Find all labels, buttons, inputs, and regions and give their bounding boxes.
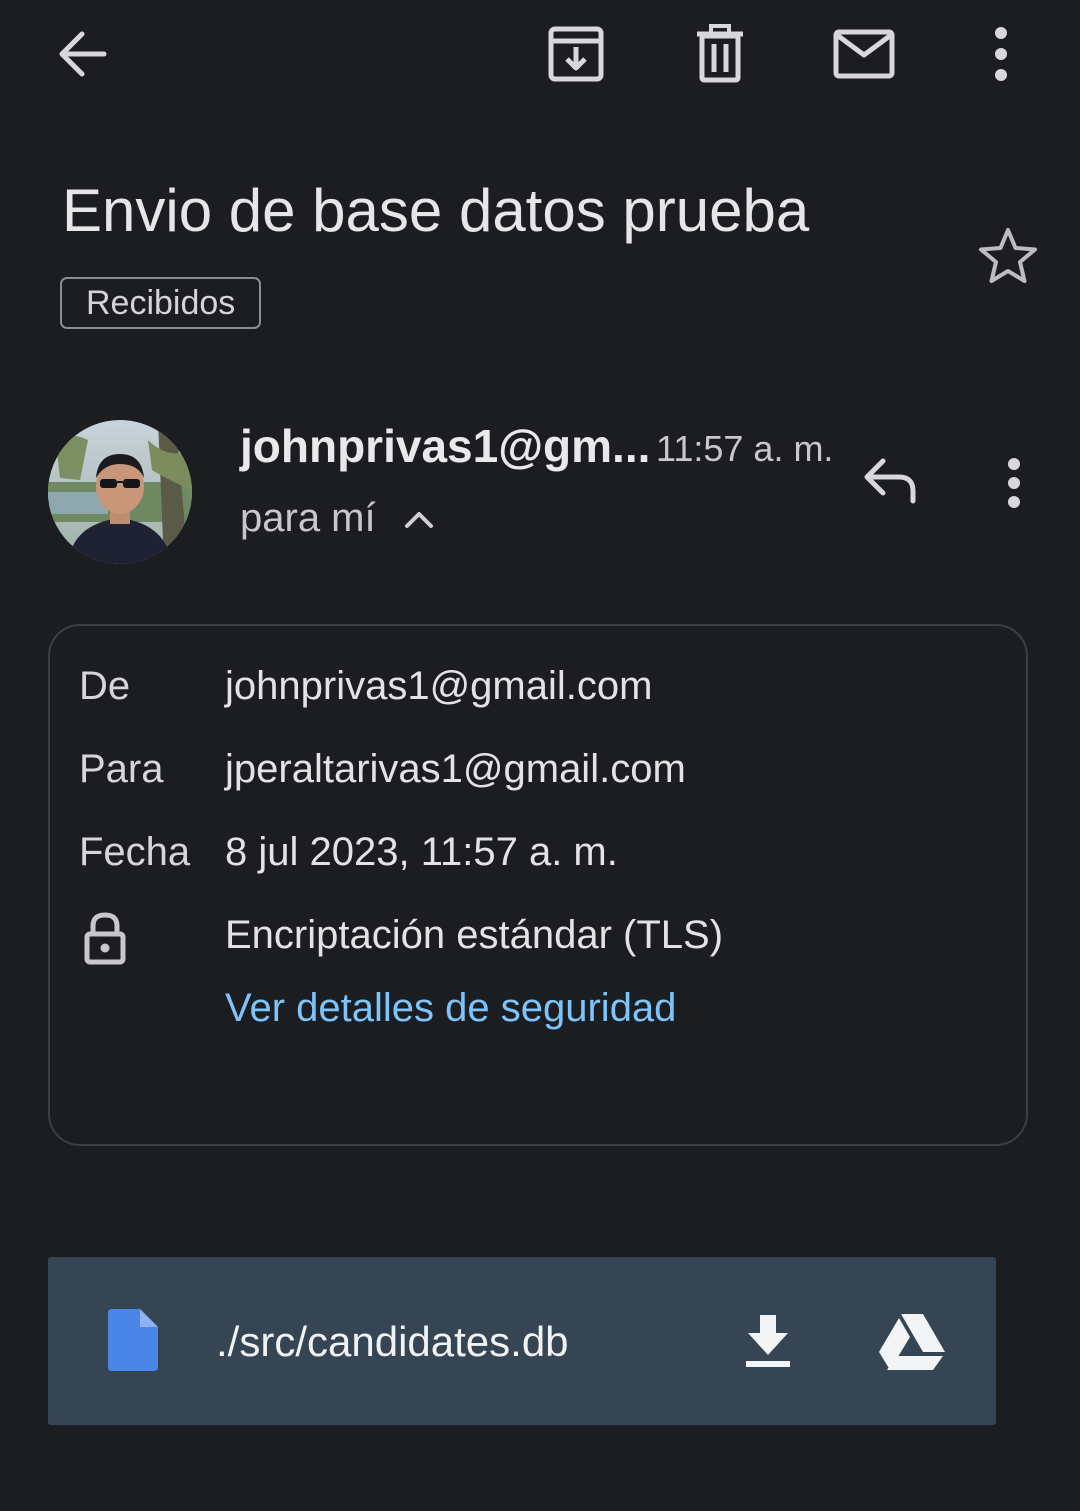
avatar[interactable] <box>48 420 192 564</box>
lock-icon <box>80 910 130 966</box>
archive-button[interactable] <box>540 18 612 90</box>
to-value[interactable]: jperaltarivas1@gmail.com <box>225 743 686 795</box>
chevron-up-icon <box>405 512 433 528</box>
more-options-button[interactable] <box>968 18 1034 90</box>
message-more-button[interactable] <box>986 448 1042 518</box>
email-subject: Envio de base datos prueba <box>62 177 810 244</box>
download-icon <box>746 1315 790 1367</box>
arrow-left-icon <box>59 31 107 77</box>
attachment-name: ./src/candidates.db <box>216 1318 569 1365</box>
more-vert-icon <box>995 27 1007 81</box>
more-vert-icon <box>1008 458 1020 508</box>
delete-button[interactable] <box>684 18 756 90</box>
collapse-details-button[interactable] <box>396 496 442 542</box>
star-button[interactable] <box>970 222 1046 290</box>
from-value[interactable]: johnprivas1@gmail.com <box>225 660 652 712</box>
mail-icon <box>833 29 895 79</box>
google-drive-icon <box>879 1314 945 1370</box>
file-icon <box>108 1309 158 1371</box>
archive-icon <box>548 26 604 82</box>
from-label: De <box>79 664 131 708</box>
sender-photo <box>48 420 192 564</box>
message-time: 11:57 a. m. <box>656 428 834 469</box>
to-label: Para <box>79 747 164 791</box>
trash-icon <box>697 24 743 83</box>
star-outline-icon <box>979 228 1037 283</box>
attachment-card[interactable]: ./src/candidates.db <box>48 1257 996 1425</box>
mark-unread-button[interactable] <box>826 18 902 90</box>
encryption-info: Encriptación estándar (TLS) <box>225 913 724 957</box>
date-value: 8 jul 2023, 11:57 a. m. <box>225 830 618 874</box>
back-button[interactable] <box>46 20 118 88</box>
security-details-link[interactable]: Ver detalles de seguridad <box>225 982 676 1034</box>
label-chip[interactable]: Recibidos <box>60 277 262 329</box>
save-to-drive-button[interactable] <box>870 1301 954 1381</box>
date-label: Fecha <box>79 830 191 874</box>
recipient-summary[interactable]: para mí <box>240 492 376 544</box>
reply-button[interactable] <box>852 446 928 516</box>
reply-icon <box>864 458 916 504</box>
download-button[interactable] <box>732 1301 804 1381</box>
sender-name[interactable]: johnprivas1@gm... <box>240 418 650 474</box>
